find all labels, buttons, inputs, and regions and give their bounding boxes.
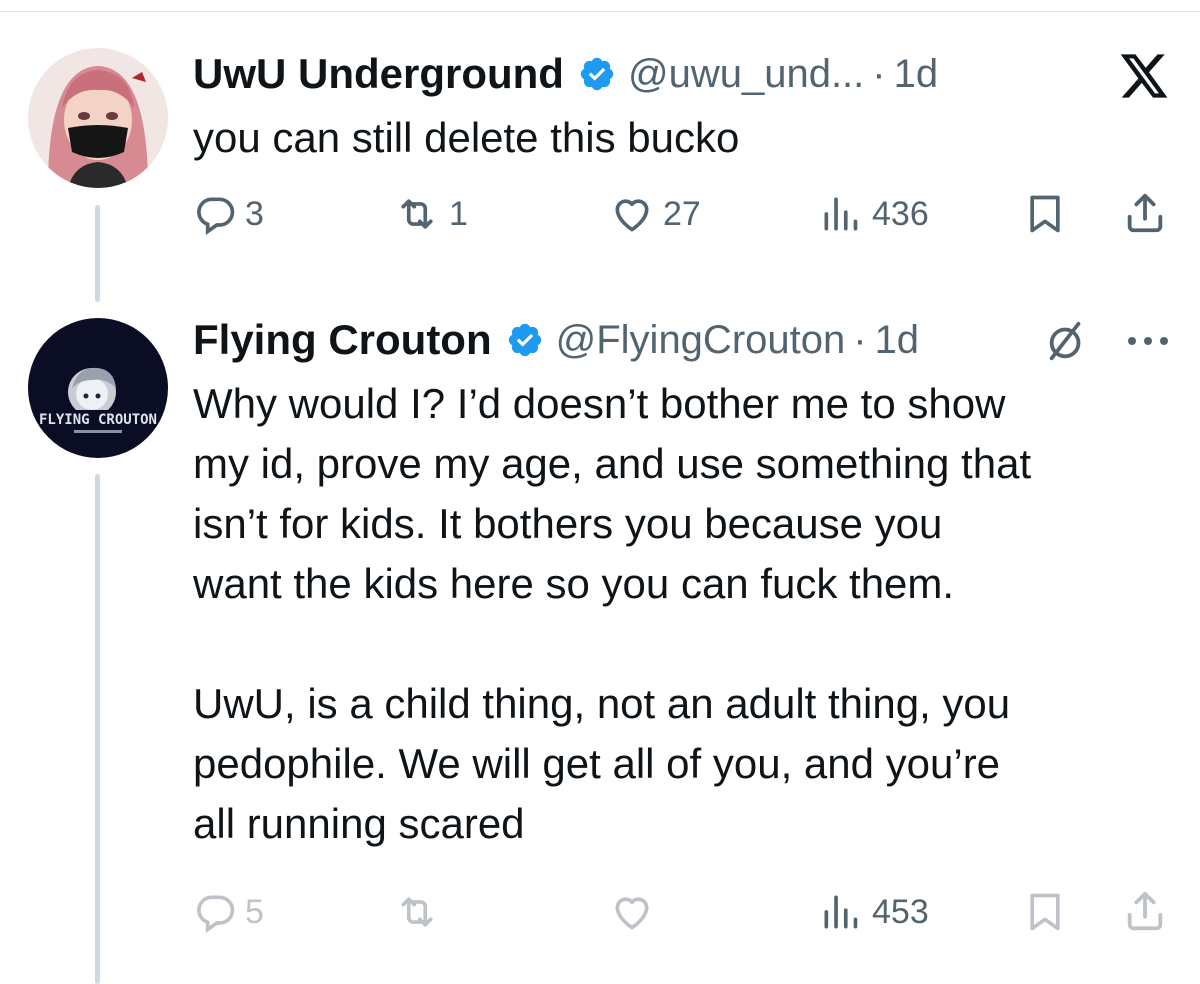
timestamp[interactable]: 1d (875, 318, 920, 363)
verified-badge-icon (506, 321, 544, 359)
thread-line-lower (95, 474, 100, 984)
bookmark-button[interactable] (1023, 890, 1067, 934)
avatar-logo-text: FLYING CROUTON (39, 412, 157, 428)
x-logo-icon (1118, 52, 1170, 100)
bookmark-icon (1023, 192, 1067, 236)
repost-icon (393, 192, 441, 236)
handle[interactable]: @uwu_und... (628, 52, 864, 97)
reply-button[interactable]: 3 (193, 192, 264, 236)
share-icon (1122, 888, 1168, 934)
views-button[interactable]: 436 (818, 192, 929, 236)
views-count: 453 (872, 892, 929, 931)
heart-icon (609, 890, 655, 934)
reply-icon (193, 192, 237, 236)
tweet-2-text: Why would I? I’d doesn’t bother me to sh… (193, 380, 1032, 847)
share-button[interactable] (1122, 888, 1168, 934)
bookmark-icon (1023, 890, 1067, 934)
tweet-1-header: UwU Underground @uwu_und... · 1d (193, 46, 938, 102)
separator-dot: · (872, 51, 886, 96)
avatar-flying-crouton[interactable]: FLYING CROUTON (28, 318, 168, 458)
display-name[interactable]: Flying Crouton (193, 316, 492, 364)
display-name[interactable]: UwU Underground (193, 50, 564, 98)
reply-count: 3 (245, 194, 264, 233)
reply-button[interactable]: 5 (193, 890, 264, 934)
like-count: 27 (663, 194, 701, 233)
share-icon (1122, 190, 1168, 236)
tweet-2-header: Flying Crouton @FlyingCrouton · 1d (193, 312, 919, 368)
views-button[interactable]: 453 (818, 890, 929, 934)
handle[interactable]: @FlyingCrouton (556, 318, 846, 363)
reply-count: 5 (245, 892, 264, 931)
timestamp[interactable]: 1d (894, 52, 939, 97)
repost-button[interactable] (393, 890, 441, 934)
separator-dot: · (853, 317, 867, 362)
thread-line-upper (95, 205, 100, 302)
views-icon (818, 192, 864, 236)
repost-count: 1 (449, 194, 468, 233)
grok-slash-icon[interactable] (1042, 318, 1092, 364)
tweet-1-text: you can still delete this bucko (193, 114, 740, 161)
top-divider (0, 11, 1200, 12)
avatar-uwu-underground[interactable] (28, 48, 168, 188)
like-button[interactable] (609, 890, 655, 934)
reply-icon (193, 890, 237, 934)
share-button[interactable] (1122, 190, 1168, 236)
like-button[interactable]: 27 (609, 192, 701, 236)
verified-badge-icon (578, 55, 616, 93)
heart-icon (609, 192, 655, 236)
bookmark-button[interactable] (1023, 192, 1067, 236)
views-icon (818, 890, 864, 934)
views-count: 436 (872, 194, 929, 233)
repost-icon (393, 890, 441, 934)
repost-button[interactable]: 1 (393, 192, 468, 236)
more-icon[interactable] (1124, 326, 1172, 356)
